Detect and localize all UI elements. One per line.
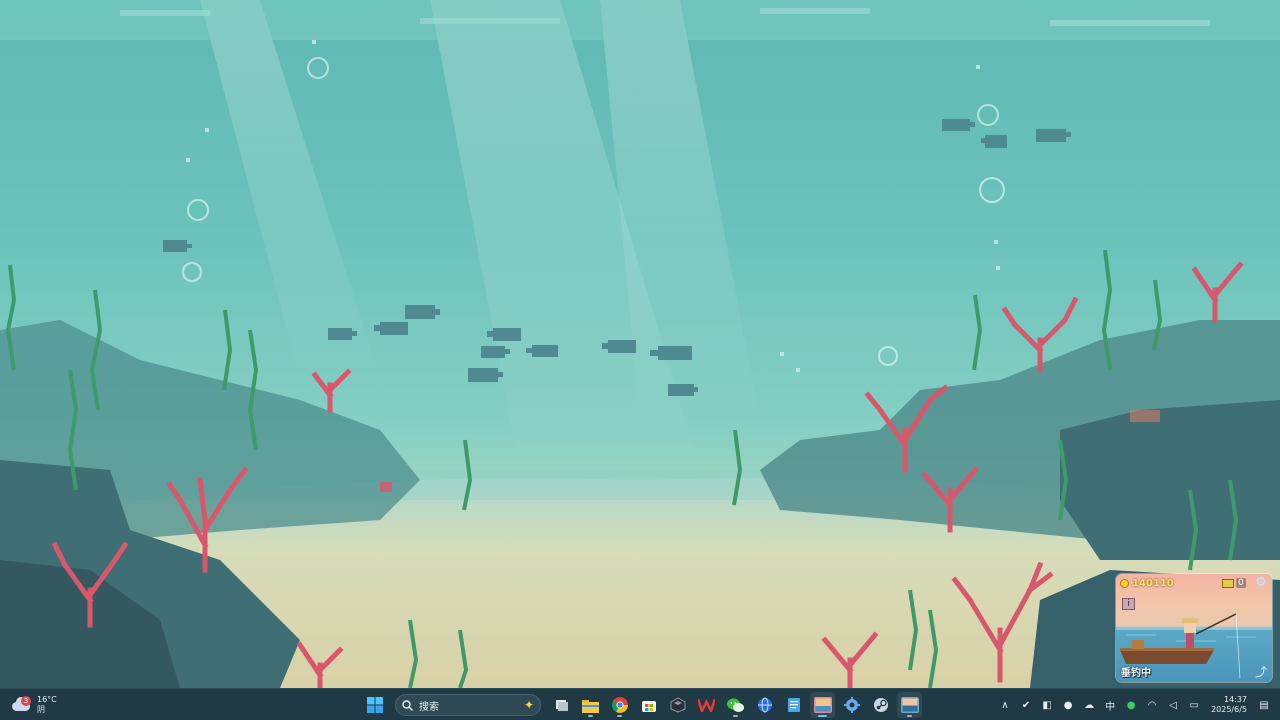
search-label: 搜索 xyxy=(419,701,439,713)
sparkle-icon: ✦ xyxy=(523,698,534,712)
chrome-button[interactable] xyxy=(607,692,632,718)
notification-icon[interactable]: ▤ xyxy=(1256,697,1272,713)
tray-app-icon[interactable]: ◧ xyxy=(1039,697,1055,713)
desktop[interactable]: 140110 0 ⚙ i 垂钓中 ⤴ xyxy=(0,0,1280,688)
file-explorer-button[interactable] xyxy=(578,692,603,718)
taskbar: 3 16°C 阴 搜索 ✦ ∧ ✔ ◧ ● ☁ 中 ● ◠ ◁ ▭ 14:37 … xyxy=(0,688,1280,720)
ticket-icon xyxy=(1222,578,1234,588)
info-button[interactable]: i xyxy=(1122,598,1135,610)
rock-right-front xyxy=(1060,400,1280,560)
volume-icon[interactable]: ◁ xyxy=(1165,697,1181,713)
ticket-amount: 0 xyxy=(1236,578,1246,588)
tray-app-icon[interactable]: ✔ xyxy=(1018,697,1034,713)
clock-time: 14:37 xyxy=(1223,695,1247,704)
notepad-icon xyxy=(787,698,800,712)
chevron-up-icon[interactable]: ∧ xyxy=(997,697,1013,713)
underwater-wallpaper xyxy=(0,0,1280,688)
gear-icon xyxy=(843,697,860,713)
search-icon xyxy=(402,699,413,711)
photo-app-button[interactable] xyxy=(810,692,835,718)
cloud-icon[interactable]: ☁ xyxy=(1081,697,1097,713)
gear-icon[interactable]: ⚙ xyxy=(1254,576,1268,590)
chrome-icon xyxy=(611,697,628,713)
weather-text: 16°C 阴 xyxy=(37,695,57,715)
coin-icon xyxy=(1120,579,1129,588)
coin-amount: 140110 xyxy=(1132,578,1174,589)
coin-counter: 140110 xyxy=(1120,578,1174,589)
cast-icon[interactable]: ⤴ xyxy=(1254,665,1268,679)
wps-icon xyxy=(698,698,715,712)
task-view-button[interactable] xyxy=(549,692,574,718)
taskbar-apps: 搜索 ✦ xyxy=(362,692,922,718)
boat xyxy=(1120,650,1214,664)
steam-icon xyxy=(873,698,888,712)
cloud-icon: 3 xyxy=(12,696,32,712)
fishing-game-button[interactable] xyxy=(897,692,922,718)
windows-logo-icon xyxy=(366,697,383,713)
fishing-status: 垂钓中 xyxy=(1121,668,1151,679)
system-tray: ∧ ✔ ◧ ● ☁ 中 ● ◠ ◁ ▭ 14:37 2025/6/5 ▤ xyxy=(997,692,1272,718)
photo-icon xyxy=(813,697,832,713)
settings-app-button[interactable] xyxy=(839,692,864,718)
weather-temperature: 16°C xyxy=(37,695,57,704)
cube-icon xyxy=(670,697,685,713)
straw-hat xyxy=(1182,618,1198,623)
notepad-button[interactable] xyxy=(781,692,806,718)
fishing-game-icon xyxy=(900,697,919,713)
battery-icon[interactable]: ▭ xyxy=(1186,697,1202,713)
wps-button[interactable] xyxy=(694,692,719,718)
fishing-line xyxy=(1235,613,1241,679)
weather-badge: 3 xyxy=(21,696,31,706)
wechat-icon xyxy=(727,698,744,712)
weather-condition: 阴 xyxy=(37,705,45,714)
cube-app-button[interactable] xyxy=(665,692,690,718)
start-button[interactable] xyxy=(362,692,387,718)
ime-indicator[interactable]: 中 xyxy=(1102,697,1118,713)
fisher-body xyxy=(1186,632,1194,648)
task-view-icon xyxy=(555,700,568,711)
ticket-counter[interactable]: 0 xyxy=(1222,578,1246,588)
steam-button[interactable] xyxy=(868,692,893,718)
fisher-head xyxy=(1184,622,1196,633)
clock[interactable]: 14:37 2025/6/5 xyxy=(1211,695,1247,715)
folder-icon xyxy=(582,699,599,713)
wechat-tray-icon[interactable]: ● xyxy=(1060,697,1076,713)
store-button[interactable] xyxy=(636,692,661,718)
fishing-rod xyxy=(1195,613,1237,635)
store-icon xyxy=(641,701,656,712)
green-app-icon[interactable]: ● xyxy=(1123,697,1139,713)
clock-date: 2025/6/5 xyxy=(1211,705,1247,714)
wifi-icon[interactable]: ◠ xyxy=(1144,697,1160,713)
wechat-button[interactable] xyxy=(723,692,748,718)
search-box[interactable]: 搜索 ✦ xyxy=(395,694,541,716)
globe-app-button[interactable] xyxy=(752,692,777,718)
fishing-game-widget[interactable]: 140110 0 ⚙ i 垂钓中 ⤴ xyxy=(1116,574,1272,682)
globe-icon xyxy=(757,697,772,713)
tackle-box xyxy=(1132,640,1144,649)
weather-widget[interactable]: 3 16°C 阴 xyxy=(12,692,57,718)
